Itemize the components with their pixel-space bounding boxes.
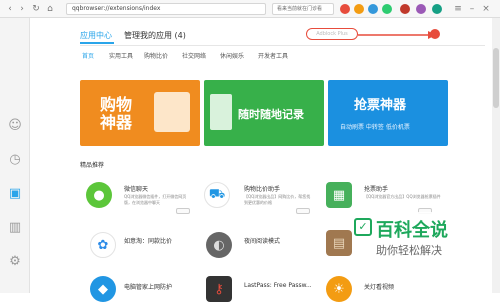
- extension-icon[interactable]: [416, 4, 426, 14]
- banner-title: 随时随地记录: [238, 108, 304, 121]
- address-bar[interactable]: qqbrowser://extensions/index: [66, 3, 266, 15]
- extension-icon[interactable]: [368, 4, 378, 14]
- subtab-home[interactable]: 首页: [82, 51, 94, 60]
- subtab-dev-tools[interactable]: 开发者工具: [258, 51, 288, 60]
- watermark-title: 百科全说: [376, 220, 448, 241]
- banner-subtitle: 自动刷票 中转签 低价机票: [340, 124, 410, 131]
- phone-illustration: [154, 92, 190, 132]
- scroll-thumb[interactable]: [493, 48, 499, 108]
- callout-arrow: [358, 31, 436, 39]
- app-name[interactable]: 微信聊天: [124, 184, 148, 193]
- app-desc: QQ浏览器微信插件，打开微信网页版，在浏览器中聊天: [124, 194, 187, 205]
- watermark: ✓ 百科全说 助你轻松解决: [354, 212, 488, 272]
- subtab-tools[interactable]: 实用工具: [109, 51, 133, 60]
- search-input[interactable]: 看来当前就在门诊看: [272, 3, 334, 15]
- extension-icon[interactable]: [340, 4, 350, 14]
- app-name[interactable]: 购物比价助手: [244, 184, 280, 193]
- adblock-icon[interactable]: [400, 4, 410, 14]
- refresh-icon[interactable]: ↻: [30, 3, 42, 15]
- key-icon[interactable]: ⚷: [206, 276, 232, 302]
- tab-my-apps[interactable]: 管理我的应用 (4): [124, 30, 186, 41]
- record-icon[interactable]: [430, 29, 440, 39]
- train-icon[interactable]: ▦: [326, 182, 352, 208]
- wechat-icon[interactable]: ●: [86, 182, 112, 208]
- add-button[interactable]: [176, 208, 190, 214]
- banner-title: 购物神器: [100, 95, 133, 132]
- app-desc: 【QQ浏览器官方出品】QQ浏览器抢票插件: [364, 194, 441, 199]
- forward-icon[interactable]: ›: [16, 3, 28, 15]
- watermark-logo-icon: ✓: [354, 218, 372, 236]
- add-button[interactable]: [296, 208, 310, 214]
- shopping-icon[interactable]: ✿: [90, 232, 116, 258]
- banner-notes[interactable]: 随时随地记录: [204, 80, 324, 146]
- settings-icon[interactable]: ⚙: [6, 252, 24, 270]
- subtab-social[interactable]: 社交网络: [182, 51, 206, 60]
- banner-tickets[interactable]: 抢票神器 自动刷票 中转签 低价机票: [328, 80, 448, 146]
- app-name[interactable]: 抢票助手: [364, 184, 388, 193]
- menu-icon[interactable]: ≡: [452, 3, 464, 15]
- browser-toolbar: ‹ › ↻ ⌂ qqbrowser://extensions/index 看来当…: [0, 0, 500, 18]
- shield-icon[interactable]: ◆: [90, 276, 116, 302]
- app-name[interactable]: 电脑管家上网防护: [124, 282, 172, 291]
- tab-app-center[interactable]: 应用中心: [80, 30, 112, 41]
- app-name[interactable]: 关灯看视频: [364, 282, 394, 291]
- radio-icon[interactable]: ▤: [326, 230, 352, 256]
- banner-shopping[interactable]: 购物神器: [80, 80, 200, 146]
- close-icon[interactable]: ×: [480, 3, 492, 15]
- app-name[interactable]: 如意淘：同款比价: [124, 236, 172, 245]
- left-sidebar: ☺ ◷ ▣ ▥ ⚙: [0, 18, 30, 293]
- moon-icon[interactable]: ◐: [206, 232, 232, 258]
- active-tab-indicator: [80, 42, 114, 44]
- minimize-icon[interactable]: –: [466, 3, 478, 15]
- user-icon[interactable]: ☺: [6, 116, 24, 134]
- extension-icon[interactable]: [382, 4, 392, 14]
- back-icon[interactable]: ‹: [4, 3, 16, 15]
- bag-icon[interactable]: ▣: [6, 184, 24, 202]
- divider: [80, 45, 485, 46]
- scrollbar[interactable]: [492, 18, 500, 293]
- subtab-entertainment[interactable]: 休闲娱乐: [220, 51, 244, 60]
- app-desc: 【QQ浏览器出品】网购比价，帮您找到更优惠的价格: [244, 194, 311, 205]
- subtab-shopping[interactable]: 购物比价: [144, 51, 168, 60]
- lamp-icon[interactable]: ☀: [326, 276, 352, 302]
- home-icon[interactable]: ⌂: [44, 3, 56, 15]
- notebook-illustration: [210, 94, 232, 130]
- shirt-icon[interactable]: ▥: [6, 218, 24, 236]
- adblock-callout: Adblock Plus: [306, 28, 358, 40]
- app-name[interactable]: LastPass: Free Passw...: [244, 282, 312, 289]
- extension-icon[interactable]: [354, 4, 364, 14]
- app-name[interactable]: 夜间阅读模式: [244, 236, 280, 245]
- extension-icon[interactable]: [432, 4, 442, 14]
- history-icon[interactable]: ◷: [6, 150, 24, 168]
- cart-icon[interactable]: ⛟: [204, 182, 230, 208]
- banner-title: 抢票神器: [354, 98, 407, 113]
- section-title: 精品推荐: [80, 162, 105, 169]
- watermark-subtitle: 助你轻松解决: [376, 244, 442, 257]
